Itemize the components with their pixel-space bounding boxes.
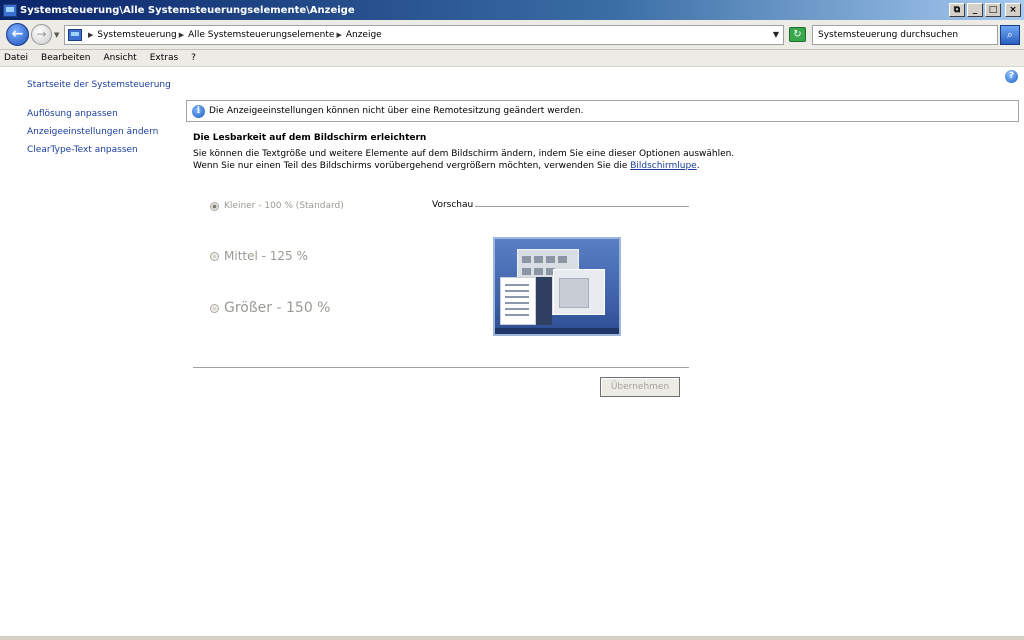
info-icon: i xyxy=(192,104,205,118)
recent-pages-dropdown-icon[interactable]: ▼ xyxy=(54,31,59,39)
description-line-2: Wenn Sie nur einen Teil des Bildschirms … xyxy=(193,161,700,171)
menu-bar: Datei Bearbeiten Ansicht Extras ? xyxy=(0,50,1024,67)
breadcrumb-arrow-icon[interactable]: ▶ xyxy=(336,31,341,39)
info-bar: i Die Anzeigeeinstellungen können nicht … xyxy=(186,100,1019,122)
address-field[interactable]: ▶ Systemsteuerung ▶ Alle Systemsteuerung… xyxy=(64,25,784,45)
search-icon[interactable]: ⌕ xyxy=(1000,25,1020,45)
apply-button[interactable]: Übernehmen xyxy=(600,377,680,397)
control-panel-icon xyxy=(68,29,82,41)
window-controls: ⧉ _ □ × xyxy=(949,3,1021,17)
breadcrumb-arrow-icon[interactable]: ▶ xyxy=(179,31,184,39)
preview-taskbar xyxy=(495,328,619,334)
preview-window xyxy=(500,277,536,325)
info-text: Die Anzeigeeinstellungen können nicht üb… xyxy=(209,106,584,116)
menu-ansicht[interactable]: Ansicht xyxy=(103,53,136,63)
title-bar: Systemsteuerung\Alle Systemsteuerungsele… xyxy=(0,0,1024,20)
menu-datei[interactable]: Datei xyxy=(4,53,28,63)
option-small[interactable]: Kleiner - 100 % (Standard) xyxy=(210,201,344,211)
menu-bearbeiten[interactable]: Bearbeiten xyxy=(41,53,90,63)
sidebar-link-resolution[interactable]: Auflösung anpassen xyxy=(27,109,118,119)
forward-arrow-icon[interactable]: → xyxy=(31,24,52,45)
preview-sidebar xyxy=(536,277,552,325)
section-divider xyxy=(193,367,689,368)
option-large[interactable]: Größer - 150 % xyxy=(210,300,330,316)
option-label: Größer - 150 % xyxy=(224,300,331,316)
option-medium[interactable]: Mittel - 125 % xyxy=(210,249,308,263)
breadcrumb-arrow-icon[interactable]: ▶ xyxy=(88,31,93,39)
sidebar-link-cleartype[interactable]: ClearType-Text anpassen xyxy=(27,145,138,155)
control-panel-icon xyxy=(3,3,17,17)
help-icon[interactable]: ? xyxy=(1005,70,1018,83)
description-line-1: Sie können die Textgröße und weitere Ele… xyxy=(193,149,735,159)
window-title: Systemsteuerung\Alle Systemsteuerungsele… xyxy=(20,4,355,16)
page-heading: Die Lesbarkeit auf dem Bildschirm erleic… xyxy=(193,133,427,143)
radio-button[interactable] xyxy=(210,303,219,313)
radio-button[interactable] xyxy=(210,251,219,261)
back-arrow-icon[interactable]: ← xyxy=(6,23,29,46)
search-input[interactable]: Systemsteuerung durchsuchen xyxy=(812,25,998,45)
option-label: Kleiner - 100 % (Standard) xyxy=(224,201,344,211)
menu-help[interactable]: ? xyxy=(191,53,196,63)
sidebar-home-link[interactable]: Startseite der Systemsteuerung xyxy=(27,80,171,90)
description-end: . xyxy=(696,161,700,171)
breadcrumb-item[interactable]: Systemsteuerung xyxy=(97,30,176,40)
refresh-icon[interactable]: ↻ xyxy=(789,27,806,42)
close-button[interactable]: × xyxy=(1005,3,1021,17)
preview-label: Vorschau xyxy=(432,200,474,210)
sidebar-link-display-settings[interactable]: Anzeigeeinstellungen ändern xyxy=(27,127,158,137)
content-area: ? Startseite der Systemsteuerung Auflösu… xyxy=(0,67,1024,636)
preview-window xyxy=(553,269,605,315)
preview-image xyxy=(493,237,621,336)
description-text: Wenn Sie nur einen Teil des Bildschirms … xyxy=(193,161,631,171)
magnifier-link[interactable]: Bildschirmlupe xyxy=(630,161,697,171)
menu-extras[interactable]: Extras xyxy=(150,53,178,63)
breadcrumb-item[interactable]: Alle Systemsteuerungselemente xyxy=(188,30,334,40)
radio-button-checked[interactable] xyxy=(210,201,219,211)
minimize-button[interactable]: _ xyxy=(967,3,983,17)
address-dropdown-icon[interactable]: ▼ xyxy=(773,30,779,39)
restore-button[interactable]: ⧉ xyxy=(949,3,965,17)
option-label: Mittel - 125 % xyxy=(224,249,308,263)
breadcrumb-item[interactable]: Anzeige xyxy=(346,30,382,40)
maximize-button[interactable]: □ xyxy=(985,3,1001,17)
preview-divider xyxy=(475,206,689,207)
address-bar: ← → ▼ ▶ Systemsteuerung ▶ Alle Systemste… xyxy=(0,20,1024,50)
